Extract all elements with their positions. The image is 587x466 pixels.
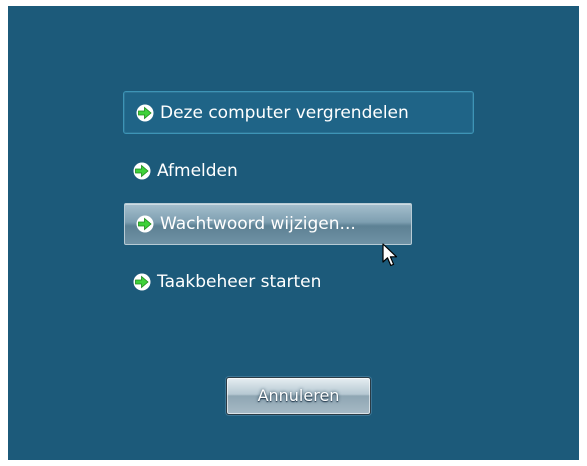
green-arrow-icon bbox=[136, 104, 154, 121]
change-password-option[interactable]: Wachtwoord wijzigen... bbox=[124, 203, 412, 245]
log-off-label: Afmelden bbox=[157, 161, 238, 181]
lock-computer-label: Deze computer vergrendelen bbox=[160, 102, 409, 123]
green-arrow-icon bbox=[136, 215, 154, 233]
security-options-screen: Deze computer vergrendelen Afmelden Wach… bbox=[8, 6, 579, 460]
start-task-manager-label: Taakbeheer starten bbox=[157, 272, 322, 292]
green-arrow-icon bbox=[133, 162, 151, 180]
cancel-button[interactable]: Annuleren bbox=[226, 377, 371, 415]
mouse-pointer-icon bbox=[382, 243, 398, 267]
start-task-manager-option[interactable]: Taakbeheer starten bbox=[133, 268, 321, 296]
green-arrow-icon bbox=[133, 273, 151, 291]
lock-computer-option[interactable]: Deze computer vergrendelen bbox=[123, 91, 474, 134]
log-off-option[interactable]: Afmelden bbox=[133, 157, 238, 185]
change-password-label: Wachtwoord wijzigen... bbox=[160, 214, 356, 234]
